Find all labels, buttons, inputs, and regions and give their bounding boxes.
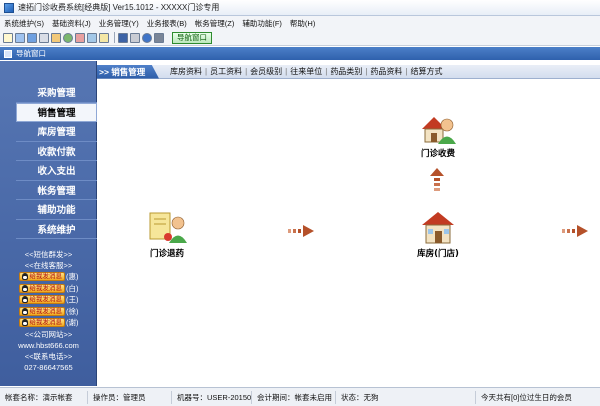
- website-header: <<公司网站>>: [24, 329, 73, 339]
- menu-basic-data[interactable]: 基础资料(J): [52, 18, 91, 29]
- outpatient-charge-node[interactable]: 门诊收费: [413, 111, 463, 159]
- sidebar-item-tools[interactable]: 辅助功能: [16, 200, 97, 220]
- qq-message-button[interactable]: 给我发消息: [18, 283, 65, 293]
- sidebar-item-income-expense[interactable]: 收入支出: [16, 161, 97, 181]
- main-panel: >> 销售管理 库房资料 | 员工资料 | 会员级别 | 往来单位 | 药品类别…: [97, 61, 600, 386]
- support-agent[interactable]: 给我发消息 (白): [0, 283, 97, 295]
- qq-penguin-icon: [21, 296, 28, 304]
- status-account: 帐套名称：演示帐套: [0, 390, 88, 404]
- qq-penguin-icon: [21, 273, 28, 281]
- menu-tools[interactable]: 辅助功能(F): [242, 18, 282, 29]
- agent-name: (王): [66, 295, 79, 305]
- qq-message-button[interactable]: 给我发消息: [18, 318, 65, 328]
- sidebar-links: <<短信群发>> <<在线客服>> 给我发消息 (惠) 给我发消息 (白) 给我…: [0, 249, 97, 373]
- calc-icon[interactable]: [154, 32, 164, 43]
- refresh-icon[interactable]: [75, 32, 85, 43]
- qq-message-button[interactable]: 给我发消息: [18, 295, 65, 305]
- menu-bar: 系统维护(S) 基础资料(J) 业务管理(Y) 业务报表(B) 帐务管理(Z) …: [0, 16, 600, 30]
- phone-header: <<联系电话>>: [24, 351, 73, 361]
- menu-accounts[interactable]: 帐务管理(Z): [195, 18, 235, 29]
- phone-number: 027-86647565: [24, 362, 73, 372]
- open-icon[interactable]: [15, 32, 25, 43]
- house-icon: [422, 212, 454, 244]
- agent-name: (惠): [66, 272, 79, 282]
- sidebar-item-payments[interactable]: 收款付款: [16, 142, 97, 161]
- status-bar: 帐套名称：演示帐套 操作员：管理员 机器号：USER-20150925C 会计期…: [0, 387, 600, 406]
- outpatient-charge-label: 门诊收费: [420, 149, 455, 159]
- arrow-up-icon: [430, 168, 444, 191]
- report-icon[interactable]: [118, 32, 128, 43]
- status-birthday: 今天共有[0]位过生日的会员: [481, 392, 572, 402]
- cashier-user-icon: [422, 117, 456, 144]
- toolbar-separator: [114, 32, 115, 43]
- sidebar-item-system[interactable]: 系统维护: [16, 220, 97, 239]
- chart-icon[interactable]: [87, 32, 97, 43]
- sidebar-item-warehouse[interactable]: 库房管理: [16, 122, 97, 142]
- print-icon[interactable]: [39, 32, 49, 43]
- save-icon[interactable]: [27, 32, 37, 43]
- user-icon[interactable]: [63, 32, 73, 43]
- window-title: 速拓门诊收费系统[经典版] Ver15.1012 - XXXXX门诊专用: [18, 3, 220, 12]
- tab-partners[interactable]: 往来单位: [287, 66, 325, 77]
- tab-drug-categories[interactable]: 药品类别: [327, 66, 365, 77]
- support-agent[interactable]: 给我发消息 (徐): [0, 306, 97, 318]
- support-header: <<在线客服>>: [24, 261, 73, 270]
- qq-penguin-icon: [21, 319, 28, 327]
- sidebar: 采购管理 销售管理 库房管理 收款付款 收入支出 帐务管理 辅助功能 系统维护 …: [0, 61, 97, 386]
- find-icon[interactable]: [51, 32, 61, 43]
- website-link[interactable]: www.hbst666.com: [0, 340, 97, 351]
- qq-penguin-icon: [21, 307, 28, 315]
- agent-name: (谢): [66, 318, 79, 328]
- tab-drug-data[interactable]: 药品资料: [367, 66, 405, 77]
- sidebar-menu: 采购管理 销售管理 库房管理 收款付款 收入支出 帐务管理 辅助功能 系统维护: [16, 83, 97, 239]
- warehouse-label: 库房(门店): [417, 249, 459, 259]
- status-operator: 操作员：管理员: [88, 390, 172, 404]
- status-machine: 机器号：USER-20150925C: [172, 390, 252, 404]
- arrow-right-icon: [562, 225, 588, 237]
- return-drug-icon: [149, 212, 187, 243]
- tab-warehouse-data[interactable]: 库房资料: [167, 66, 205, 77]
- nav-window-button[interactable]: 导航窗口: [172, 31, 212, 44]
- tab-employee-data[interactable]: 员工资料: [207, 66, 245, 77]
- outpatient-return-node[interactable]: 门诊退药: [141, 209, 193, 259]
- agent-name: (徐): [66, 306, 79, 316]
- sidebar-item-sales[interactable]: 销售管理: [16, 102, 97, 122]
- arrow-right-icon: [288, 225, 314, 237]
- notes-icon[interactable]: [99, 32, 109, 43]
- new-icon[interactable]: [3, 32, 13, 43]
- export-icon[interactable]: [130, 32, 140, 43]
- agent-name: (白): [66, 283, 79, 293]
- sidebar-item-accounts[interactable]: 帐务管理: [16, 181, 97, 200]
- app-icon: [4, 2, 14, 13]
- menu-reports[interactable]: 业务报表(B): [147, 18, 187, 29]
- nav-window-title: 导航窗口: [16, 49, 46, 58]
- support-agent[interactable]: 给我发消息 (王): [0, 294, 97, 306]
- menu-business[interactable]: 业务管理(Y): [99, 18, 139, 29]
- sidebar-item-purchase[interactable]: 采购管理: [16, 83, 97, 103]
- nav-window-title-bar: 导航窗口: [0, 47, 600, 60]
- window-icon: [4, 49, 12, 58]
- support-agent[interactable]: 给我发消息 (惠): [0, 271, 97, 283]
- status-state: 状态：无狗: [336, 390, 476, 404]
- outpatient-return-label: 门诊退药: [149, 249, 184, 259]
- toolbar: 导航窗口: [0, 30, 600, 46]
- warehouse-node[interactable]: 库房(门店): [407, 209, 469, 259]
- support-agent[interactable]: 给我发消息 (谢): [0, 317, 97, 329]
- tab-current-sales: >> 销售管理: [97, 64, 159, 79]
- menu-system[interactable]: 系统维护(S): [4, 18, 44, 29]
- tab-member-levels[interactable]: 会员级别: [247, 66, 285, 77]
- menu-help[interactable]: 帮助(H): [290, 18, 315, 29]
- status-period: 会计期间：帐套未启用: [252, 390, 336, 404]
- qq-penguin-icon: [21, 284, 28, 292]
- tab-bar: >> 销售管理 库房资料 | 员工资料 | 会员级别 | 往来单位 | 药品类别…: [97, 64, 600, 79]
- qq-message-button[interactable]: 给我发消息: [18, 306, 65, 316]
- sms-link[interactable]: <<短信群发>>: [0, 249, 97, 260]
- help-icon[interactable]: [142, 32, 152, 43]
- qq-message-button[interactable]: 给我发消息: [18, 272, 65, 282]
- window-title-bar: 速拓门诊收费系统[经典版] Ver15.1012 - XXXXX门诊专用: [0, 0, 600, 16]
- tab-settlement-methods[interactable]: 结算方式: [407, 66, 445, 77]
